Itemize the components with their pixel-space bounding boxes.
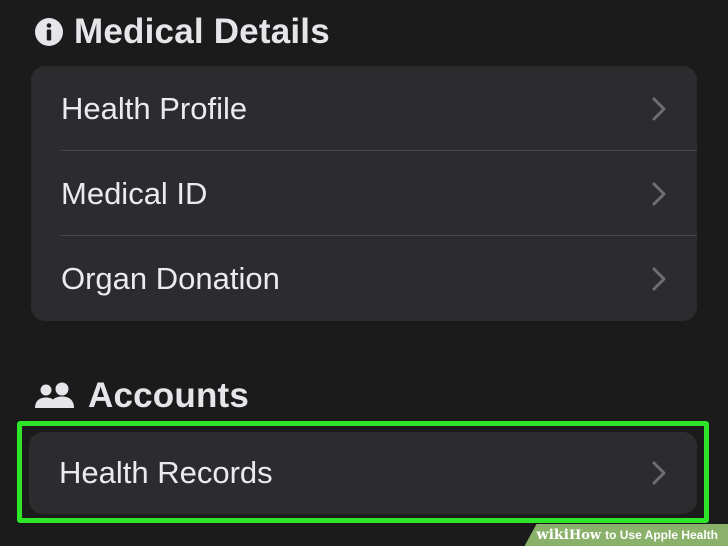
- medical-details-title: Medical Details: [74, 12, 330, 51]
- people-icon: [35, 382, 74, 408]
- info-circle-icon: [35, 18, 63, 46]
- organ-donation-label: Organ Donation: [61, 260, 280, 296]
- chevron-right-icon: [652, 461, 666, 485]
- watermark-how: How: [568, 527, 602, 543]
- list-item-organ-donation[interactable]: Organ Donation: [31, 236, 697, 321]
- divider: [61, 235, 697, 236]
- divider: [61, 150, 697, 151]
- chevron-right-icon: [652, 267, 666, 290]
- health-profile-label: Health Profile: [61, 90, 248, 126]
- wikihow-watermark: wiki How to Use Apple Health: [524, 524, 728, 546]
- medical-details-header: Medical Details: [34, 10, 330, 54]
- watermark-brand: wiki: [536, 527, 569, 543]
- accounts-list: Health Records: [29, 432, 697, 514]
- watermark-title: to Use Apple Health: [605, 528, 718, 542]
- accounts-header: Accounts: [34, 374, 249, 418]
- chevron-right-icon: [652, 182, 666, 205]
- medical-details-list: Health Profile Medical ID Organ Donation: [31, 66, 697, 321]
- list-item-health-records[interactable]: Health Records: [29, 432, 697, 514]
- list-item-medical-id[interactable]: Medical ID: [31, 151, 697, 236]
- health-settings-screen: Medical Details Health Profile Medical I…: [0, 0, 728, 546]
- health-records-label: Health Records: [59, 455, 273, 490]
- medical-id-label: Medical ID: [61, 175, 208, 211]
- chevron-right-icon: [652, 97, 666, 120]
- list-item-health-profile[interactable]: Health Profile: [31, 66, 697, 151]
- accounts-title: Accounts: [88, 376, 250, 415]
